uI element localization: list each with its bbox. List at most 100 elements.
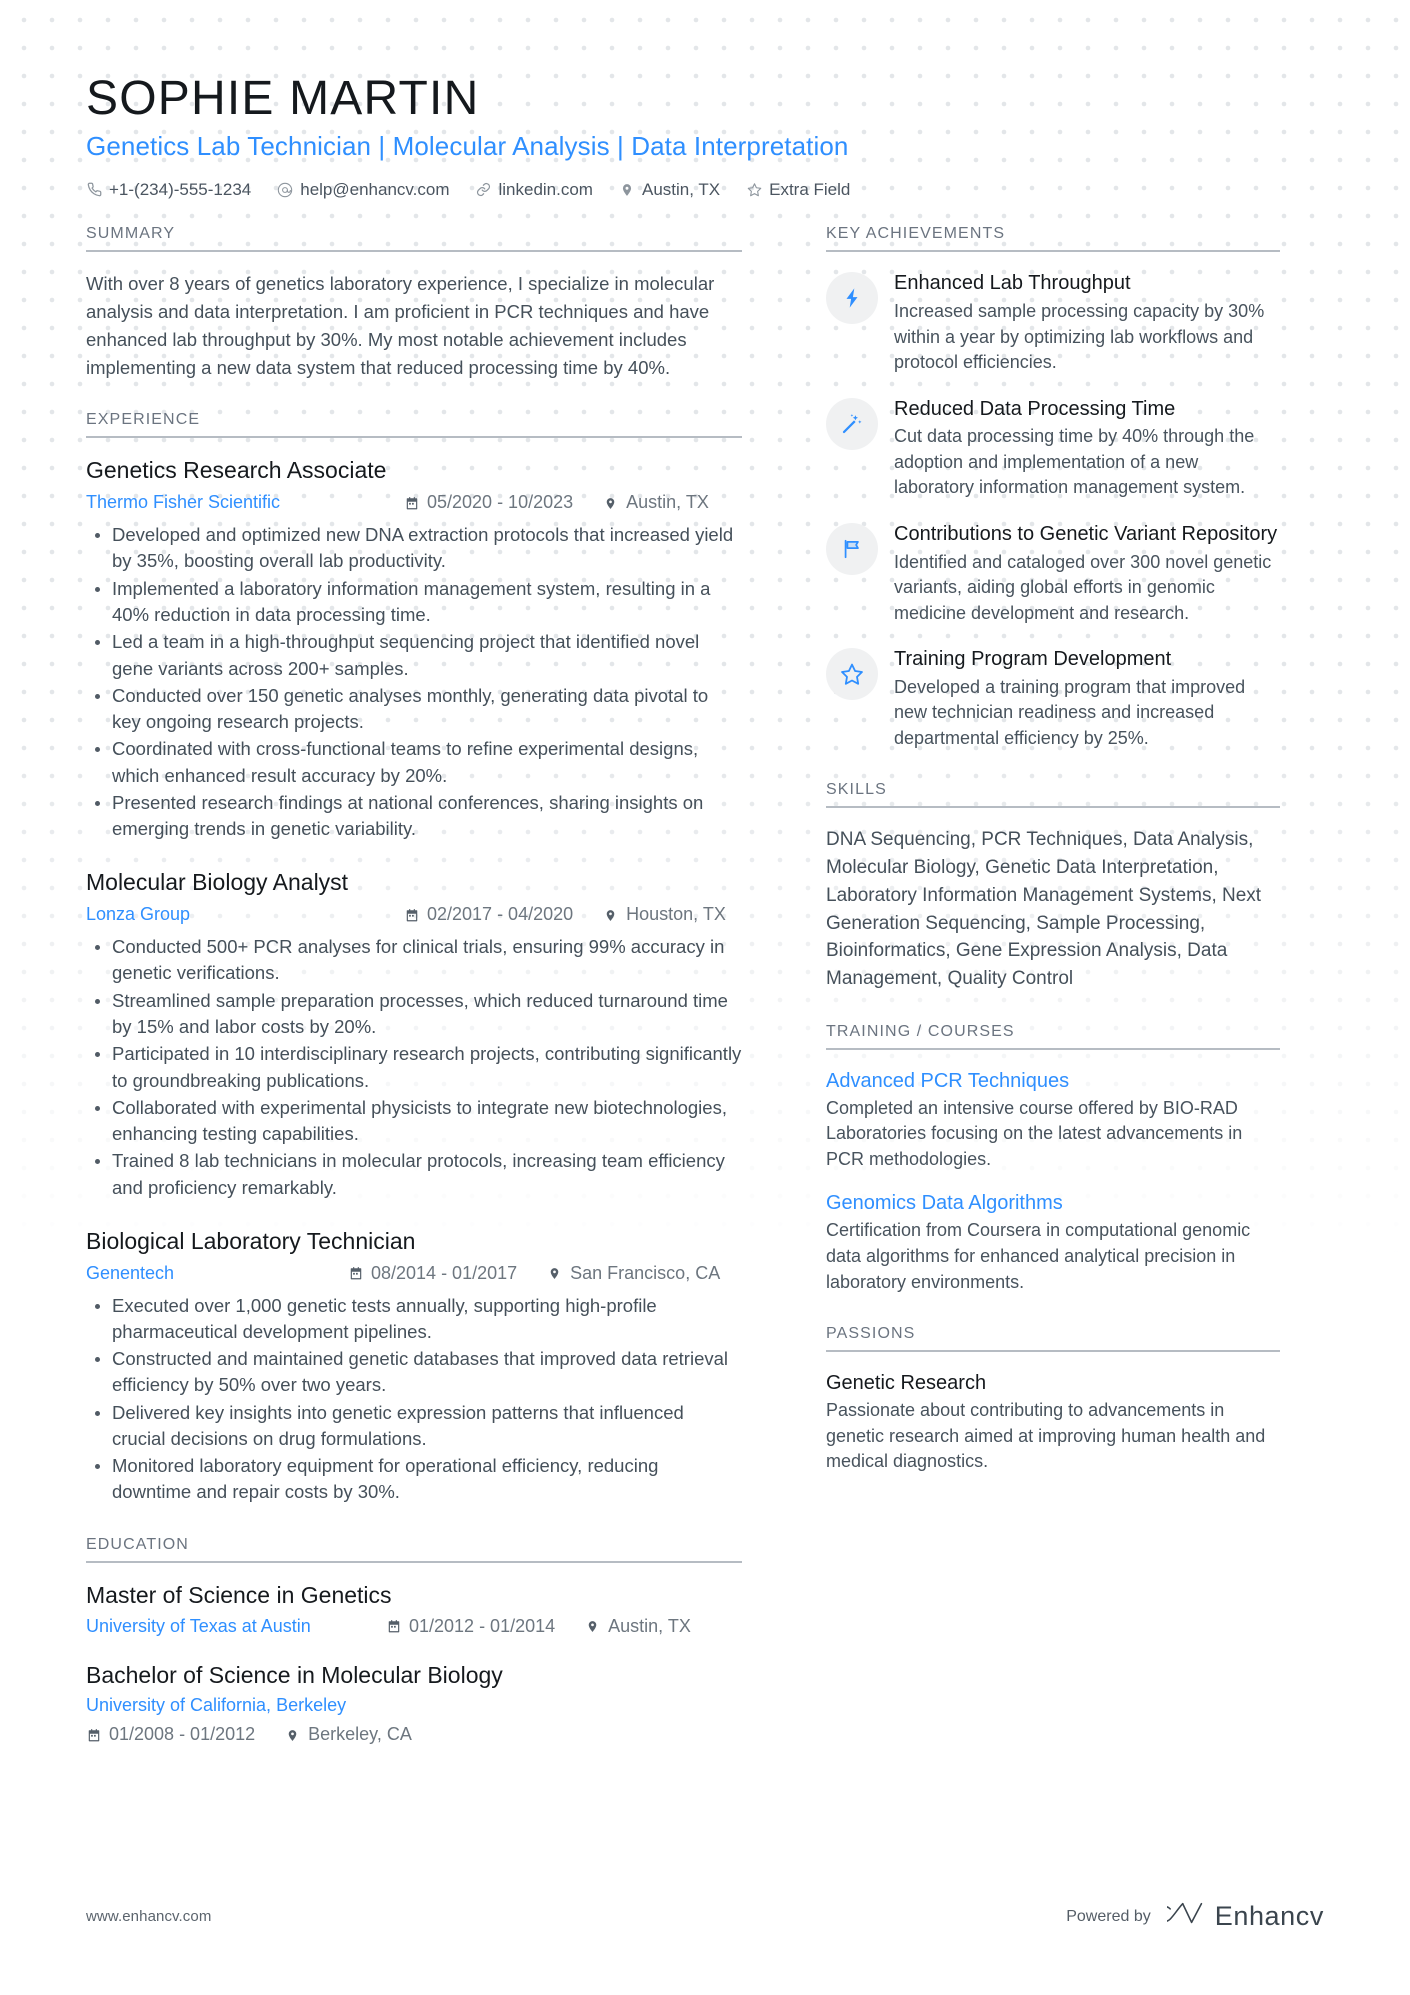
contact-phone[interactable]: +1-(234)-555-1234 — [86, 176, 251, 203]
job-location: San Francisco, CA — [547, 1260, 720, 1288]
footer-branding: Powered by Enhancv — [1066, 1900, 1324, 1933]
columns-wrapper: SUMMARY With over 8 years of genetics la… — [86, 225, 1324, 1779]
contact-link-text: linkedin.com — [498, 180, 593, 200]
section-training-courses: TRAINING / COURSES Advanced PCR Techniqu… — [826, 1023, 1280, 1295]
resume-footer: www.enhancv.com Powered by Enhancv — [0, 1900, 1410, 1933]
candidate-headline: Genetics Lab Technician | Molecular Anal… — [86, 130, 849, 161]
contact-location-text: Austin, TX — [641, 180, 721, 200]
section-education: EDUCATION Master of Science in Genetics … — [86, 1536, 742, 1749]
resume-header: SOPHIE MARTIN Genetics Lab Technician | … — [86, 72, 1324, 203]
job-bullet: Conducted 500+ PCR analyses for clinical… — [86, 934, 742, 987]
summary-section-title: SUMMARY — [86, 225, 742, 253]
contact-extra-field[interactable]: Extra Field — [746, 176, 850, 203]
achievement-body: Training Program Development Developed a… — [894, 646, 1280, 751]
job-bullet: Coordinated with cross-functional teams … — [86, 736, 742, 789]
job-bullet: Participated in 10 interdisciplinary res… — [86, 1041, 742, 1094]
job-bullets: Conducted 500+ PCR analyses for clinical… — [86, 934, 742, 1201]
education-degree: Bachelor of Science in Molecular Biology — [86, 1661, 503, 1688]
achievement-body: Enhanced Lab Throughput Increased sample… — [894, 270, 1280, 375]
candidate-name: SOPHIE MARTIN — [86, 72, 480, 125]
passion-item: Genetic Research Passionate about contri… — [826, 1370, 1280, 1475]
flag-icon — [840, 538, 864, 560]
job-meta: Lonza Group 02/2017 - 04/2020 Houston, T… — [86, 901, 742, 929]
job-bullets: Developed and optimized new DNA extracti… — [86, 522, 742, 842]
enhancv-wordmark: Enhancv — [1214, 1901, 1324, 1931]
education-location: Berkeley, CA — [285, 1721, 412, 1749]
location-pin-icon — [619, 182, 635, 198]
job-bullet: Conducted over 150 genetic analyses mont… — [86, 683, 742, 736]
right-column: KEY ACHIEVEMENTS Enhanced Lab Throughput… — [786, 225, 1280, 1504]
job-dates-text: 02/2017 - 04/2020 — [427, 904, 574, 925]
job-dates: 05/2020 - 10/2023 — [404, 489, 573, 517]
course-desc: Completed an intensive course offered by… — [826, 1097, 1243, 1169]
achievement-body: Reduced Data Processing Time Cut data pr… — [894, 396, 1280, 501]
job-company[interactable]: Genentech — [86, 1260, 348, 1288]
job-location-text: Houston, TX — [626, 904, 726, 925]
contact-location[interactable]: Austin, TX — [619, 176, 720, 203]
achievement-title: Reduced Data Processing Time — [894, 397, 1176, 420]
course-item: Genomics Data Algorithms Certification f… — [826, 1190, 1280, 1295]
job-bullet: Constructed and maintained genetic datab… — [86, 1346, 742, 1399]
contact-row: +1-(234)-555-1234 help@enhancv.com linke… — [86, 176, 1324, 203]
job-company[interactable]: Thermo Fisher Scientific — [86, 489, 404, 517]
achievement-desc: Increased sample processing capacity by … — [894, 301, 1265, 373]
key-achievements-section-title: KEY ACHIEVEMENTS — [826, 225, 1280, 253]
education-section-title: EDUCATION — [86, 1536, 742, 1563]
education-location: Austin, TX — [585, 1613, 691, 1641]
job-meta: Thermo Fisher Scientific 05/2020 - 10/20… — [86, 489, 742, 517]
footer-website-url[interactable]: www.enhancv.com — [86, 1908, 211, 1925]
course-title[interactable]: Genomics Data Algorithms — [826, 1190, 1280, 1216]
enhancv-mark-icon — [1156, 1900, 1205, 1933]
education-dates-text: 01/2012 - 01/2014 — [409, 1615, 556, 1636]
job-dates-text: 08/2014 - 01/2017 — [371, 1262, 518, 1283]
star-outline-icon — [840, 662, 864, 686]
achievement-item: Contributions to Genetic Variant Reposit… — [826, 521, 1280, 626]
education-degree: Master of Science in Genetics — [86, 1581, 392, 1608]
contact-email-text: help@enhancv.com — [300, 180, 450, 200]
job-bullet: Monitored laboratory equipment for opera… — [86, 1453, 742, 1506]
education-entry: Bachelor of Science in Molecular Biology… — [86, 1661, 742, 1750]
achievement-icon-wrapper — [826, 397, 878, 450]
job-title: Biological Laboratory Technician — [86, 1227, 416, 1254]
experience-entry: Biological Laboratory Technician Genente… — [86, 1227, 742, 1506]
powered-by-label: Powered by — [1066, 1907, 1151, 1925]
job-bullet: Led a team in a high-throughput sequenci… — [86, 629, 742, 682]
course-title[interactable]: Advanced PCR Techniques — [826, 1068, 1280, 1094]
contact-extra-field-text: Extra Field — [769, 180, 851, 200]
calendar-icon — [386, 1619, 401, 1635]
education-meta: University of Texas at Austin 01/2012 - … — [86, 1613, 742, 1641]
education-dates: 01/2012 - 01/2014 — [386, 1613, 555, 1641]
achievement-title: Training Program Development — [894, 648, 1172, 671]
education-location-text: Berkeley, CA — [308, 1724, 412, 1745]
resume-content: SOPHIE MARTIN Genetics Lab Technician | … — [0, 0, 1410, 1779]
calendar-icon — [348, 1266, 363, 1282]
education-school[interactable]: University of Texas at Austin — [86, 1613, 386, 1641]
job-company[interactable]: Lonza Group — [86, 901, 404, 929]
achievement-item: Enhanced Lab Throughput Increased sample… — [826, 270, 1280, 375]
job-dates-text: 05/2020 - 10/2023 — [427, 492, 574, 513]
education-school[interactable]: University of California, Berkeley — [86, 1692, 742, 1720]
job-bullet: Streamlined sample preparation processes… — [86, 988, 742, 1041]
calendar-icon — [404, 495, 419, 511]
enhancv-logo[interactable]: Enhancv — [1156, 1900, 1324, 1933]
course-item: Advanced PCR Techniques Completed an int… — [826, 1068, 1280, 1173]
job-bullet: Collaborated with experimental physicist… — [86, 1095, 742, 1148]
education-sub-meta: 01/2008 - 01/2012 Berkeley, CA — [86, 1721, 742, 1749]
contact-email[interactable]: help@enhancv.com — [277, 176, 449, 203]
job-dates: 02/2017 - 04/2020 — [404, 901, 573, 929]
section-summary: SUMMARY With over 8 years of genetics la… — [86, 225, 742, 381]
left-column: SUMMARY With over 8 years of genetics la… — [86, 225, 786, 1779]
magic-wand-icon — [840, 412, 864, 436]
calendar-icon — [86, 1727, 101, 1743]
skills-text: DNA Sequencing, PCR Techniques, Data Ana… — [826, 829, 1262, 990]
passions-section-title: PASSIONS — [826, 1325, 1280, 1353]
achievement-body: Contributions to Genetic Variant Reposit… — [894, 521, 1280, 626]
resume-page: SOPHIE MARTIN Genetics Lab Technician | … — [0, 0, 1410, 1995]
experience-entry: Genetics Research Associate Thermo Fishe… — [86, 456, 742, 842]
job-dates: 08/2014 - 01/2017 — [348, 1260, 517, 1288]
achievement-desc: Identified and cataloged over 300 novel … — [894, 551, 1272, 623]
link-icon — [475, 182, 491, 198]
education-entry: Master of Science in Genetics University… — [86, 1581, 742, 1641]
job-bullet: Developed and optimized new DNA extracti… — [86, 522, 742, 575]
contact-link[interactable]: linkedin.com — [475, 176, 593, 203]
